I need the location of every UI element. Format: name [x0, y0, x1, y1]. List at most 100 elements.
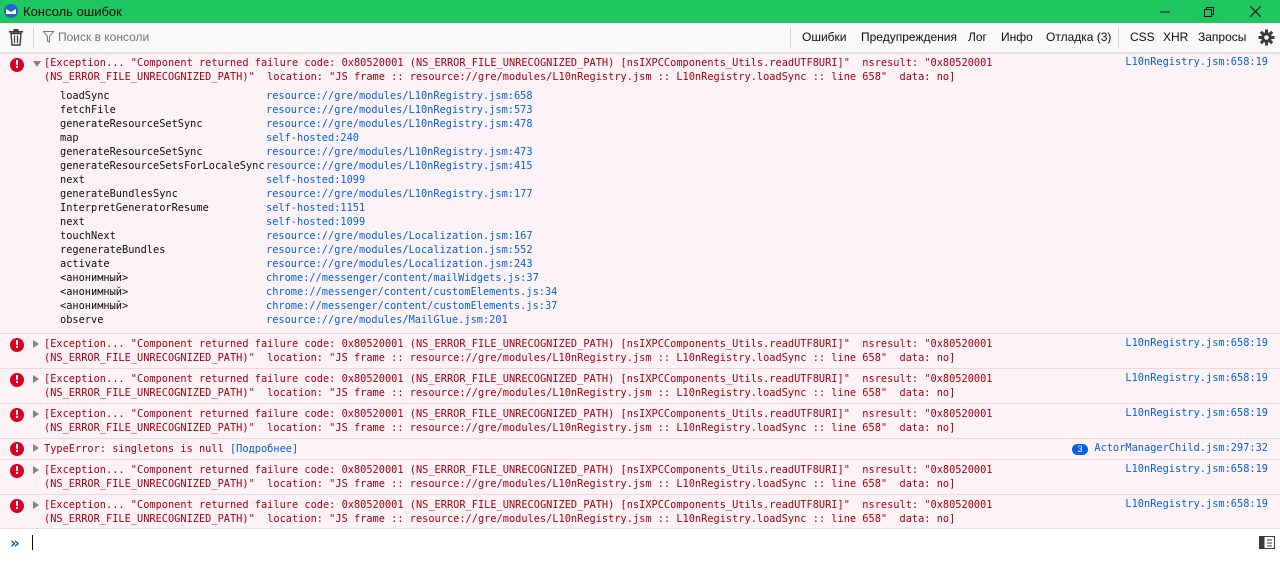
stack-location-link[interactable]: resource://gre/modules/L10nRegistry.jsm:…	[266, 188, 533, 200]
stack-frame: observe resource://gre/modules/MailGlue.j…	[60, 313, 508, 327]
stack-location-link[interactable]: resource://gre/modules/L10nRegistry.jsm:…	[266, 90, 533, 102]
stack-location-link[interactable]: resource://gre/modules/L10nRegistry.jsm:…	[266, 104, 533, 116]
message-text[interactable]: [Exception... "Component returned failur…	[44, 463, 993, 491]
minimize-icon	[1160, 11, 1170, 12]
stack-function: regenerateBundles	[60, 244, 166, 256]
stack-location-link[interactable]: resource://gre/modules/L10nRegistry.jsm:…	[266, 118, 533, 130]
maximize-button[interactable]	[1186, 0, 1232, 23]
stack-frame: InterpretGeneratorResume self-hosted:1151	[60, 201, 365, 215]
stack-location-link[interactable]: chrome://messenger/content/customElement…	[266, 300, 557, 312]
message-text[interactable]: [Exception... "Component returned failur…	[44, 56, 993, 84]
gear-icon[interactable]	[1258, 29, 1275, 46]
app-icon	[4, 4, 18, 18]
error-icon: !	[10, 499, 24, 513]
input-caret	[32, 535, 33, 550]
error-icon: !	[10, 373, 24, 387]
toolbar-divider	[1118, 27, 1119, 48]
expand-toggle[interactable]	[33, 466, 39, 474]
error-icon: !	[10, 442, 24, 456]
stack-location-link[interactable]: self-hosted:1151	[266, 202, 365, 214]
filter-log-button[interactable]: Лог	[964, 28, 991, 47]
learn-more-link[interactable]: [Подробнее]	[230, 443, 298, 455]
search-input[interactable]	[56, 27, 560, 47]
filter-debug-button[interactable]: Отладка (3)	[1042, 28, 1115, 47]
message-text[interactable]: TypeError: singletons is null [Подробнее…	[44, 442, 298, 456]
stack-frame: fetchFile resource://gre/modules/L10nRegi…	[60, 103, 533, 117]
console-input-bar[interactable]: »	[0, 528, 1280, 556]
stack-frame: next self-hosted:1099	[60, 173, 365, 187]
message-location-link[interactable]: ActorManagerChild.jsm:297:32	[1094, 442, 1268, 454]
stack-location-link[interactable]: self-hosted:1099	[266, 216, 365, 228]
message-location-link[interactable]: L10nRegistry.jsm:658:19	[1125, 56, 1268, 68]
stack-frame: activate resource://gre/modules/Localizat…	[60, 257, 533, 271]
trash-icon[interactable]	[8, 29, 24, 46]
console-output: ! [Exception... "Component returned fail…	[0, 53, 1280, 529]
stack-function: InterpretGeneratorResume	[60, 202, 209, 214]
stack-function: loadSync	[60, 90, 110, 102]
stack-location-link[interactable]: resource://gre/modules/Localization.jsm:…	[266, 244, 533, 256]
stack-location-link[interactable]: self-hosted:240	[266, 132, 359, 144]
stack-function: observe	[60, 314, 104, 326]
filter-requests-button[interactable]: Запросы	[1194, 28, 1250, 47]
console-message: ! [Exception... "Component returned fail…	[0, 53, 1280, 333]
stack-function: generateResourceSetSync	[60, 146, 203, 158]
error-icon: !	[10, 338, 24, 352]
expand-toggle[interactable]	[33, 501, 39, 509]
toolbar-divider	[33, 27, 34, 48]
stack-frame: generateResourceSetSync resource://gre/mo…	[60, 145, 533, 159]
expand-toggle[interactable]	[33, 444, 39, 452]
stack-frame: <анонимный> chrome://messenger/content/cu…	[60, 299, 557, 313]
stack-frame: <анонимный> chrome://messenger/content/ma…	[60, 271, 539, 285]
stack-location-link[interactable]: self-hosted:1099	[266, 174, 365, 186]
stack-function: touchNext	[60, 230, 116, 242]
stack-location-link[interactable]: chrome://messenger/content/customElement…	[266, 286, 557, 298]
filter-errors-button[interactable]: Ошибки	[798, 28, 851, 47]
maximize-icon	[1204, 6, 1214, 17]
filter-info-button[interactable]: Инфо	[997, 28, 1037, 47]
filter-xhr-button[interactable]: XHR	[1159, 28, 1192, 47]
close-button[interactable]	[1232, 0, 1278, 23]
filter-css-button[interactable]: CSS	[1126, 28, 1159, 47]
stack-location-link[interactable]: resource://gre/modules/Localization.jsm:…	[266, 230, 533, 242]
stack-location-link[interactable]: resource://gre/modules/L10nRegistry.jsm:…	[266, 146, 533, 158]
message-text[interactable]: [Exception... "Component returned failur…	[44, 337, 993, 365]
repeat-count-badge: 3	[1072, 444, 1088, 455]
console-message: ! [Exception... "Component returned fail…	[0, 494, 1280, 529]
stack-function: activate	[60, 258, 110, 270]
prompt-icon: »	[10, 534, 20, 552]
console-message: ! [Exception... "Component returned fail…	[0, 459, 1280, 494]
stack-frame: <анонимный> chrome://messenger/content/cu…	[60, 285, 557, 299]
message-location-link[interactable]: L10nRegistry.jsm:658:19	[1125, 372, 1268, 384]
expand-toggle[interactable]	[33, 61, 41, 67]
stack-function: <анонимный>	[60, 300, 129, 312]
stack-frame: generateBundlesSync resource://gre/module…	[60, 187, 533, 201]
message-location-link[interactable]: L10nRegistry.jsm:658:19	[1125, 498, 1268, 510]
stack-function: next	[60, 216, 85, 228]
split-editor-icon[interactable]	[1259, 536, 1275, 549]
filter-warnings-button[interactable]: Предупреждения	[857, 28, 961, 47]
stack-function: <анонимный>	[60, 286, 129, 298]
message-location-link[interactable]: L10nRegistry.jsm:658:19	[1125, 337, 1268, 349]
toolbar-divider	[790, 27, 791, 48]
stack-frame: generateResourceSetSync resource://gre/mo…	[60, 117, 533, 131]
message-text[interactable]: [Exception... "Component returned failur…	[44, 372, 993, 400]
message-location-link[interactable]: L10nRegistry.jsm:658:19	[1125, 463, 1268, 475]
stack-function: fetchFile	[60, 104, 116, 116]
stack-frame: touchNext resource://gre/modules/Localiza…	[60, 229, 533, 243]
stack-function: map	[60, 132, 79, 144]
expand-toggle[interactable]	[33, 410, 39, 418]
error-icon: !	[10, 464, 24, 478]
message-text[interactable]: [Exception... "Component returned failur…	[44, 498, 993, 526]
console-message: ! TypeError: singletons is null [Подробн…	[0, 438, 1280, 459]
minimize-button[interactable]	[1142, 0, 1188, 23]
stack-location-link[interactable]: resource://gre/modules/Localization.jsm:…	[266, 258, 533, 270]
stack-location-link[interactable]: chrome://messenger/content/mailWidgets.j…	[266, 272, 539, 284]
expand-toggle[interactable]	[33, 340, 39, 348]
stack-location-link[interactable]: resource://gre/modules/L10nRegistry.jsm:…	[266, 160, 533, 172]
title-bar: Консоль ошибок	[0, 0, 1280, 23]
expand-toggle[interactable]	[33, 375, 39, 383]
message-location-link[interactable]: L10nRegistry.jsm:658:19	[1125, 407, 1268, 419]
stack-location-link[interactable]: resource://gre/modules/MailGlue.jsm:201	[266, 314, 508, 326]
stack-frame: generateResourceSetsForLocaleSyncresourc…	[60, 159, 533, 173]
message-text[interactable]: [Exception... "Component returned failur…	[44, 407, 993, 435]
